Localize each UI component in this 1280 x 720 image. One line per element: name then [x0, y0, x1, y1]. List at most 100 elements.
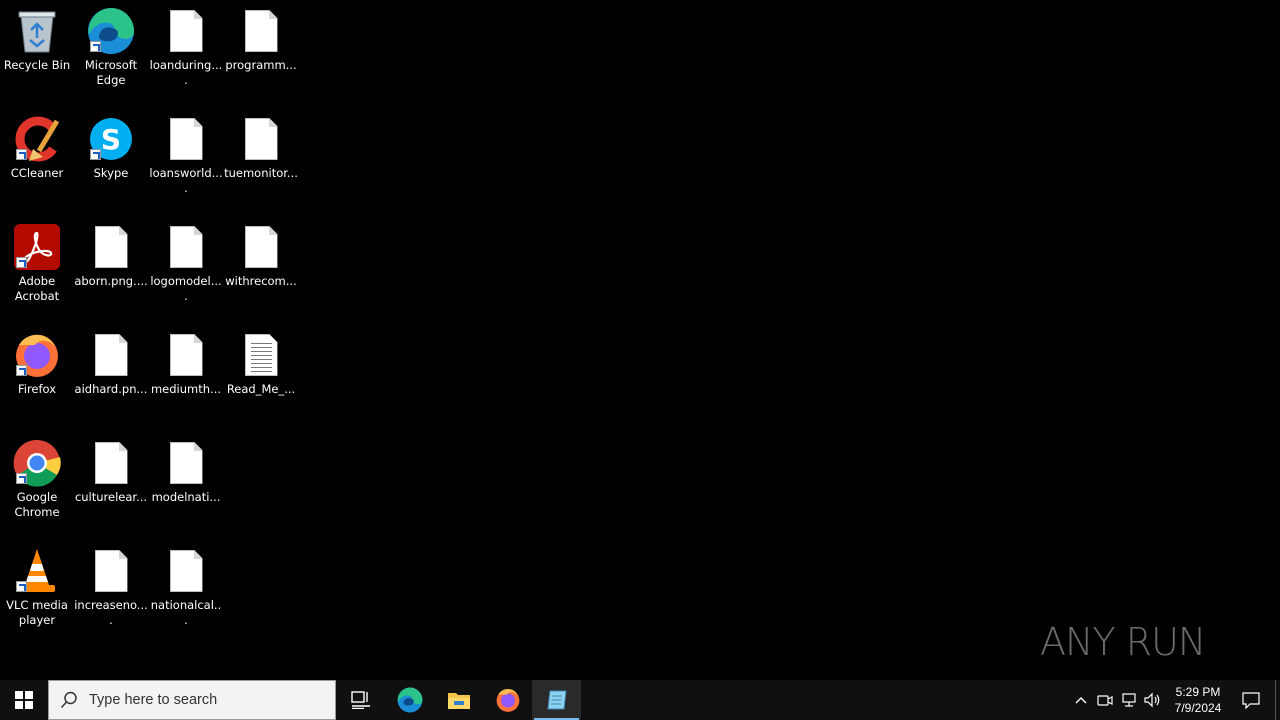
taskbar: Type here to search 5:29 PM 7/9/2024: [0, 680, 1280, 720]
show-desktop-button[interactable]: [1275, 680, 1280, 720]
watermark-text: ANY RUN: [1040, 620, 1206, 664]
desktop-icon-label: Recycle Bin: [3, 58, 71, 72]
file-icon: [236, 114, 286, 164]
chrome-icon: [12, 438, 62, 488]
desktop-icon-label: nationalcal...: [150, 598, 222, 627]
shortcut-arrow-icon: [90, 41, 101, 52]
shortcut-arrow-icon: [16, 149, 27, 160]
desktop-icon-label: withrecom...: [225, 274, 297, 288]
desktop-icon-label: Microsoft Edge: [84, 58, 138, 87]
volume-icon: [1144, 692, 1160, 708]
desktop-icon-google-chrome[interactable]: Google Chrome: [0, 438, 74, 520]
firefox-icon: [12, 330, 62, 380]
show-hidden-icons-button[interactable]: [1069, 680, 1093, 720]
desktop-icon-label: Firefox: [17, 382, 57, 396]
text-file-icon: [236, 330, 286, 380]
desktop-icon-file[interactable]: loanduring....: [149, 6, 223, 88]
desktop-icon-file[interactable]: withrecom...: [224, 222, 298, 289]
chevron-up-icon: [1075, 697, 1087, 704]
file-icon: [161, 114, 211, 164]
desktop-icon-label: Adobe Acrobat: [14, 274, 60, 303]
desktop-icon-firefox[interactable]: Firefox: [0, 330, 74, 397]
notepad-icon: [546, 690, 567, 710]
desktop-icon-label: aborn.png....: [74, 274, 148, 288]
file-icon: [161, 330, 211, 380]
desktop-icon-file[interactable]: loansworld....: [149, 114, 223, 196]
windows-logo-icon: [15, 691, 33, 709]
desktop-icon-label: tuemonitor...: [224, 166, 298, 180]
desktop-icon-label: Skype: [93, 166, 129, 180]
desktop-icon-label: Google Chrome: [14, 490, 60, 519]
start-button[interactable]: [0, 680, 48, 720]
file-explorer-icon: [447, 693, 470, 709]
anyrun-watermark: ANY RUN: [1040, 612, 1240, 672]
file-icon: [86, 222, 136, 272]
shortcut-arrow-icon: [16, 257, 27, 268]
tray-volume-button[interactable]: [1141, 680, 1165, 720]
desktop-icon-label: modelnati...: [151, 490, 221, 504]
desktop-icon-label: loansworld....: [149, 166, 223, 195]
file-icon: [161, 546, 211, 596]
search-box[interactable]: Type here to search: [48, 680, 336, 720]
desktop-icon-label: aidhard.pn...: [74, 382, 148, 396]
file-icon: [86, 546, 136, 596]
edge-icon: [86, 6, 136, 56]
desktop-icon-label: Read_Me_...: [226, 382, 296, 396]
desktop-icon-recycle-bin[interactable]: Recycle Bin: [0, 6, 74, 73]
desktop-icon-label: CCleaner: [10, 166, 64, 180]
desktop-icon-vlc[interactable]: VLC media player: [0, 546, 74, 628]
desktop-icon-label: loanduring....: [149, 58, 223, 87]
desktop-icon-microsoft-edge[interactable]: Microsoft Edge: [74, 6, 148, 88]
desktop-icon-label: increaseno....: [74, 598, 148, 627]
tray-meet-now-button[interactable]: [1093, 680, 1117, 720]
ccleaner-icon: [12, 114, 62, 164]
desktop-icon-file[interactable]: tuemonitor...: [224, 114, 298, 181]
desktop-icon-skype[interactable]: S Skype: [74, 114, 148, 181]
svg-text:S: S: [101, 123, 121, 156]
desktop-icon-file[interactable]: logomodel....: [149, 222, 223, 304]
file-icon: [236, 6, 286, 56]
firefox-icon: [496, 689, 519, 712]
desktop-icon-file[interactable]: programm...: [224, 6, 298, 73]
desktop-icon-file[interactable]: culturelear...: [74, 438, 148, 505]
shortcut-arrow-icon: [16, 365, 27, 376]
taskbar-notepad-button[interactable]: [532, 680, 581, 720]
shortcut-arrow-icon: [90, 149, 101, 160]
desktop: Recycle Bin CCleaner Adobe Acrobat Firef…: [0, 0, 1280, 680]
desktop-icon-adobe-acrobat[interactable]: Adobe Acrobat: [0, 222, 74, 304]
search-icon: [49, 691, 89, 709]
acrobat-icon: [12, 222, 62, 272]
desktop-icon-label: programm...: [225, 58, 297, 72]
edge-icon: [397, 687, 422, 713]
taskbar-edge-button[interactable]: [385, 680, 434, 720]
meet-now-icon: [1097, 695, 1113, 706]
taskbar-file-explorer-button[interactable]: [434, 680, 483, 720]
system-tray: 5:29 PM 7/9/2024: [1069, 680, 1280, 720]
file-icon: [236, 222, 286, 272]
desktop-icon-file[interactable]: modelnati...: [149, 438, 223, 505]
file-icon: [161, 438, 211, 488]
desktop-icon-file[interactable]: mediumth...: [149, 330, 223, 397]
clock[interactable]: 5:29 PM 7/9/2024: [1169, 684, 1227, 716]
network-icon: [1122, 693, 1136, 707]
shortcut-arrow-icon: [16, 581, 27, 592]
desktop-icon-label: logomodel....: [150, 274, 222, 303]
desktop-icon-text-file[interactable]: Read_Me_...: [224, 330, 298, 397]
desktop-icon-file[interactable]: increaseno....: [74, 546, 148, 628]
file-icon: [161, 222, 211, 272]
task-view-button[interactable]: [336, 680, 385, 720]
taskbar-firefox-button[interactable]: [483, 680, 532, 720]
desktop-icon-label: mediumth...: [150, 382, 222, 396]
action-center-button[interactable]: [1227, 680, 1275, 720]
recycle-bin-icon: [12, 6, 62, 56]
shortcut-arrow-icon: [16, 473, 27, 484]
desktop-icon-ccleaner[interactable]: CCleaner: [0, 114, 74, 181]
desktop-icon-file[interactable]: nationalcal...: [149, 546, 223, 628]
desktop-icon-file[interactable]: aidhard.pn...: [74, 330, 148, 397]
desktop-icon-file[interactable]: aborn.png....: [74, 222, 148, 289]
clock-date: 7/9/2024: [1174, 701, 1222, 715]
tray-network-button[interactable]: [1117, 680, 1141, 720]
file-icon: [161, 6, 211, 56]
notification-icon: [1242, 692, 1260, 709]
desktop-icon-label: VLC media player: [6, 598, 68, 627]
